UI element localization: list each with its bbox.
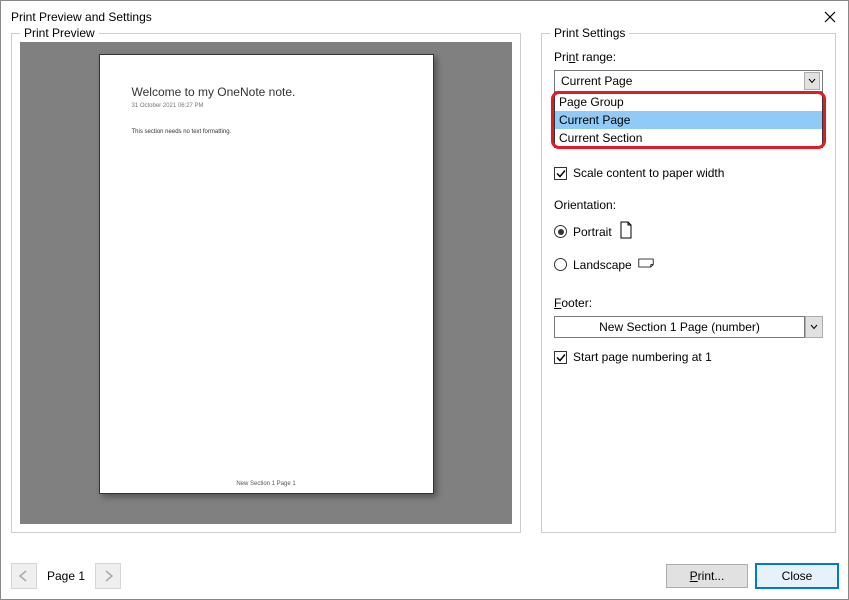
dropdown-item-current-section[interactable]: Current Section: [555, 129, 822, 147]
print-settings-panel: Print Settings Print range: Current Page…: [541, 33, 836, 533]
page-indicator: Page 1: [45, 569, 87, 583]
page-body: This section needs no text formatting.: [132, 129, 401, 135]
footer-value: New Section 1 Page (number): [599, 320, 760, 334]
footer-label: Footer:: [554, 296, 823, 310]
print-range-select-wrap: Current Page Page Group Current Page Cur…: [554, 70, 823, 92]
page-footer: New Section 1 Page 1: [100, 481, 433, 493]
dropdown-item-current-page[interactable]: Current Page: [555, 111, 822, 129]
preview-legend: Print Preview: [20, 26, 99, 40]
scale-label: Scale content to paper width: [573, 166, 724, 180]
footer-select-arrow[interactable]: [805, 316, 823, 338]
start-numbering-label: Start page numbering at 1: [573, 350, 712, 364]
pager: Page 1: [11, 563, 121, 589]
print-range-label: Print range:: [554, 50, 823, 64]
print-range-dropdown: Page Group Current Page Current Section: [554, 92, 823, 148]
landscape-icon: [638, 254, 654, 275]
chevron-down-icon: [804, 72, 820, 90]
portrait-icon: [618, 221, 634, 242]
print-range-value: Current Page: [561, 74, 632, 88]
page-title: Welcome to my OneNote note.: [132, 85, 401, 99]
orientation-label: Orientation:: [554, 198, 823, 212]
settings-legend: Print Settings: [550, 26, 629, 40]
portrait-label: Portrait: [573, 225, 612, 239]
preview-area: Welcome to my OneNote note. 31 October 2…: [20, 42, 512, 524]
close-icon[interactable]: [822, 9, 838, 25]
window-title: Print Preview and Settings: [11, 10, 152, 24]
footer-select[interactable]: New Section 1 Page (number): [554, 316, 805, 338]
landscape-radio[interactable]: [554, 258, 567, 271]
landscape-label: Landscape: [573, 258, 632, 272]
portrait-radio[interactable]: [554, 225, 567, 238]
close-button[interactable]: Close: [756, 564, 838, 588]
prev-page-button[interactable]: [11, 563, 37, 589]
dropdown-item-page-group[interactable]: Page Group: [555, 93, 822, 111]
scale-checkbox[interactable]: [554, 167, 567, 180]
titlebar: Print Preview and Settings: [1, 1, 848, 33]
preview-page: Welcome to my OneNote note. 31 October 2…: [99, 54, 434, 494]
next-page-button[interactable]: [95, 563, 121, 589]
print-preview-panel: Print Preview Welcome to my OneNote note…: [11, 33, 521, 533]
print-range-select[interactable]: Current Page: [554, 70, 823, 92]
start-numbering-checkbox[interactable]: [554, 351, 567, 364]
page-meta: 31 October 2021 06:27 PM: [132, 103, 401, 109]
print-button[interactable]: Print...: [666, 564, 748, 588]
